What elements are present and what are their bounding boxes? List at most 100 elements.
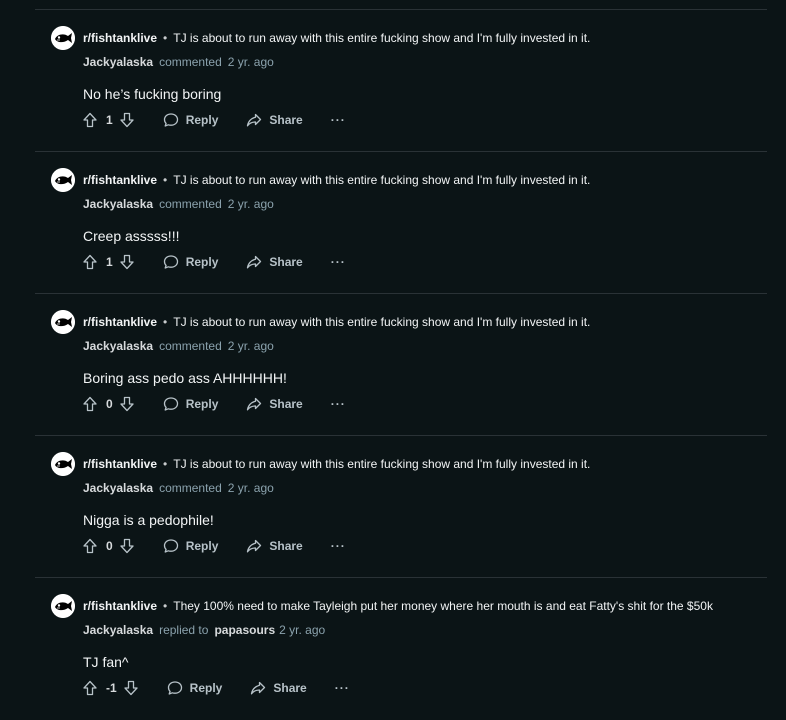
- subreddit-avatar-icon[interactable]: [51, 594, 75, 618]
- comment-actions: 0 Reply Share ···: [82, 394, 346, 414]
- timestamp: 2 yr. ago: [227, 55, 274, 69]
- comment-meta: Jackyalaska commented 2 yr. ago: [83, 481, 274, 495]
- share-arrow-icon: [247, 113, 262, 127]
- comment-actions: 1 Reply Share ···: [82, 252, 346, 272]
- separator-dot: •: [163, 31, 168, 45]
- upvote-icon[interactable]: [82, 254, 98, 270]
- speech-bubble-icon: [163, 397, 178, 411]
- comment-meta: Jackyalaska commented 2 yr. ago: [83, 339, 274, 353]
- share-label: Share: [273, 681, 307, 695]
- comment-actions: 1 Reply Share ···: [82, 110, 346, 130]
- reply-label: Reply: [185, 113, 219, 127]
- comment-card: r/fishtanklive • TJ is about to run away w…: [0, 294, 786, 436]
- author-link[interactable]: Jackyalaska: [83, 339, 153, 353]
- speech-bubble-icon: [167, 681, 182, 695]
- reply-button[interactable]: Reply: [163, 112, 219, 128]
- vote-score: 1: [106, 255, 113, 269]
- subreddit-link[interactable]: r/fishtanklive: [83, 173, 157, 187]
- subreddit-avatar-icon[interactable]: [51, 310, 75, 334]
- reply-button[interactable]: Reply: [163, 254, 218, 270]
- comment-context: r/fishtanklive • TJ is about to run away w…: [83, 173, 590, 187]
- timestamp: 2 yr. ago: [227, 339, 274, 353]
- upvote-icon[interactable]: [82, 538, 98, 554]
- timestamp: 2 yr. ago: [227, 481, 274, 495]
- post-title-link[interactable]: TJ is about to run away with this entire…: [173, 173, 590, 187]
- share-label: Share: [269, 113, 303, 127]
- subreddit-avatar-icon[interactable]: [51, 452, 75, 476]
- share-arrow-icon: [247, 539, 262, 553]
- share-button[interactable]: Share: [246, 254, 303, 270]
- post-title-link[interactable]: TJ is about to run away with this entire…: [173, 315, 590, 329]
- subreddit-link[interactable]: r/fishtanklive: [83, 315, 157, 329]
- vote-score: 0: [106, 539, 113, 553]
- share-button[interactable]: Share: [246, 112, 303, 128]
- share-label: Share: [269, 539, 303, 553]
- reply-button[interactable]: Reply: [163, 396, 219, 412]
- share-button[interactable]: Share: [246, 538, 303, 554]
- author-link[interactable]: Jackyalaska: [83, 197, 153, 211]
- comment-body: Boring ass pedo ass AHHHHHH!: [83, 370, 287, 386]
- vote-score: 1: [106, 113, 113, 127]
- comment-action: replied to: [159, 623, 209, 637]
- separator-dot: •: [163, 315, 168, 329]
- more-options-icon[interactable]: ···: [331, 255, 346, 269]
- downvote-icon[interactable]: [123, 680, 139, 696]
- share-arrow-icon: [247, 255, 262, 269]
- speech-bubble-icon: [163, 113, 178, 127]
- subreddit-link[interactable]: r/fishtanklive: [83, 31, 157, 45]
- comment-body: TJ fan^: [83, 654, 129, 670]
- comment-meta: Jackyalaska replied to papasours 2 yr. ago: [83, 623, 325, 637]
- share-button[interactable]: Share: [246, 396, 303, 412]
- subreddit-avatar-icon[interactable]: [51, 168, 75, 192]
- share-label: Share: [269, 397, 303, 411]
- downvote-icon[interactable]: [119, 112, 135, 128]
- downvote-icon[interactable]: [119, 396, 135, 412]
- upvote-icon[interactable]: [82, 396, 98, 412]
- reply-button[interactable]: Reply: [163, 538, 219, 554]
- comment-action: commented: [159, 339, 222, 353]
- comment-card: r/fishtanklive • TJ is about to run away w…: [0, 436, 786, 578]
- comment-body: No he’s fucking boring: [83, 86, 222, 102]
- subreddit-link[interactable]: r/fishtanklive: [83, 599, 157, 613]
- comment-action: commented: [159, 197, 222, 211]
- more-options-icon[interactable]: ···: [331, 113, 346, 127]
- more-options-icon[interactable]: ···: [331, 397, 346, 411]
- author-link[interactable]: Jackyalaska: [83, 623, 153, 637]
- upvote-icon[interactable]: [82, 112, 98, 128]
- post-title-link[interactable]: TJ is about to run away with this entire…: [173, 457, 590, 471]
- comment-card: r/fishtanklive • TJ is about to run away w…: [0, 152, 786, 294]
- comment-body: Creep asssss!!!: [83, 228, 180, 244]
- speech-bubble-icon: [163, 539, 178, 553]
- vote-score: 0: [106, 397, 113, 411]
- separator-dot: •: [163, 599, 168, 613]
- parent-author-link[interactable]: papasours: [214, 623, 275, 637]
- reply-label: Reply: [185, 397, 219, 411]
- share-button[interactable]: Share: [250, 680, 307, 696]
- separator-dot: •: [163, 173, 168, 187]
- comment-card: r/fishtanklive • TJ is about to run away w…: [0, 10, 786, 152]
- upvote-icon[interactable]: [82, 680, 98, 696]
- comment-body: Nigga is a pedophile!: [83, 512, 214, 528]
- comment-context: r/fishtanklive • TJ is about to run away w…: [83, 457, 590, 471]
- comment-action: commented: [159, 55, 222, 69]
- subreddit-link[interactable]: r/fishtanklive: [83, 457, 157, 471]
- author-link[interactable]: Jackyalaska: [83, 481, 153, 495]
- comment-action: commented: [159, 481, 222, 495]
- post-title-link[interactable]: TJ is about to run away with this entire…: [173, 31, 590, 45]
- downvote-icon[interactable]: [119, 538, 135, 554]
- separator-dot: •: [163, 457, 168, 471]
- more-options-icon[interactable]: ···: [331, 539, 346, 553]
- subreddit-avatar-icon[interactable]: [51, 26, 75, 50]
- comment-meta: Jackyalaska commented 2 yr. ago: [83, 55, 274, 69]
- timestamp: 2 yr. ago: [279, 623, 326, 637]
- more-options-icon[interactable]: ···: [335, 681, 350, 695]
- post-title-link[interactable]: They 100% need to make Tayleigh put her …: [173, 599, 713, 613]
- downvote-icon[interactable]: [119, 254, 135, 270]
- timestamp: 2 yr. ago: [227, 197, 274, 211]
- reply-button[interactable]: Reply: [167, 680, 223, 696]
- reply-label: Reply: [185, 539, 219, 553]
- author-link[interactable]: Jackyalaska: [83, 55, 153, 69]
- speech-bubble-icon: [163, 255, 178, 269]
- share-arrow-icon: [247, 397, 262, 411]
- reply-label: Reply: [189, 681, 223, 695]
